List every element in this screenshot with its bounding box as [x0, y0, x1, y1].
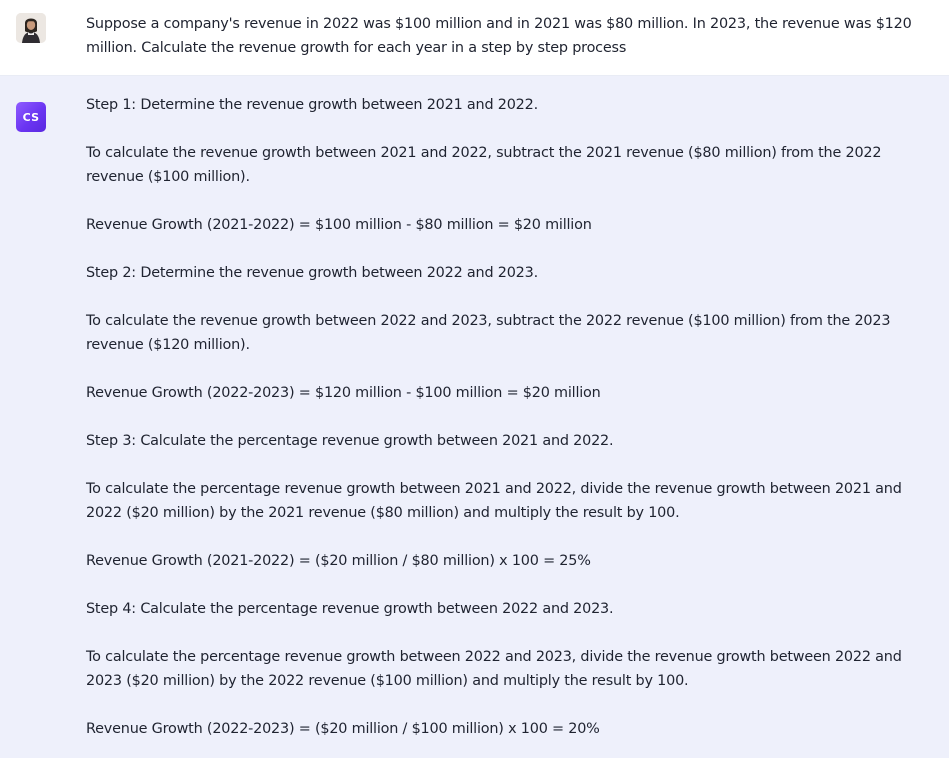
assistant-paragraph: Revenue Growth (2021-2022) = $100 millio…	[86, 217, 592, 233]
assistant-paragraph: Step 2: Determine the revenue growth bet…	[86, 265, 538, 281]
assistant-paragraph: To calculate the percentage revenue grow…	[86, 481, 902, 521]
chat-thread: Suppose a company's revenue in 2022 was …	[0, 0, 949, 758]
assistant-paragraph: Revenue Growth (2022-2023) = ($20 millio…	[86, 721, 600, 737]
assistant-paragraph: Step 4: Calculate the percentage revenue…	[86, 601, 614, 617]
assistant-logo-avatar-icon: CS	[16, 102, 46, 132]
assistant-paragraph: Step 3: Calculate the percentage revenue…	[86, 433, 614, 449]
assistant-paragraph: Revenue Growth (2021-2022) = ($20 millio…	[86, 553, 591, 569]
assistant-paragraph: Step 1: Determine the revenue growth bet…	[86, 97, 538, 113]
assistant-avatar-label: CS	[22, 110, 40, 124]
assistant-message: CS Step 1: Determine the revenue growth …	[0, 76, 949, 758]
assistant-paragraph: To calculate the revenue growth between …	[86, 145, 882, 185]
user-message-text: Suppose a company's revenue in 2022 was …	[86, 16, 912, 56]
assistant-paragraph: To calculate the percentage revenue grow…	[86, 649, 902, 689]
assistant-message-body: Step 1: Determine the revenue growth bet…	[86, 93, 916, 741]
user-message: Suppose a company's revenue in 2022 was …	[0, 0, 949, 76]
assistant-paragraph: To calculate the revenue growth between …	[86, 313, 891, 353]
user-photo-avatar-icon	[16, 13, 46, 43]
user-photo-avatar-svg	[16, 13, 46, 43]
assistant-paragraph: Revenue Growth (2022-2023) = $120 millio…	[86, 385, 601, 401]
